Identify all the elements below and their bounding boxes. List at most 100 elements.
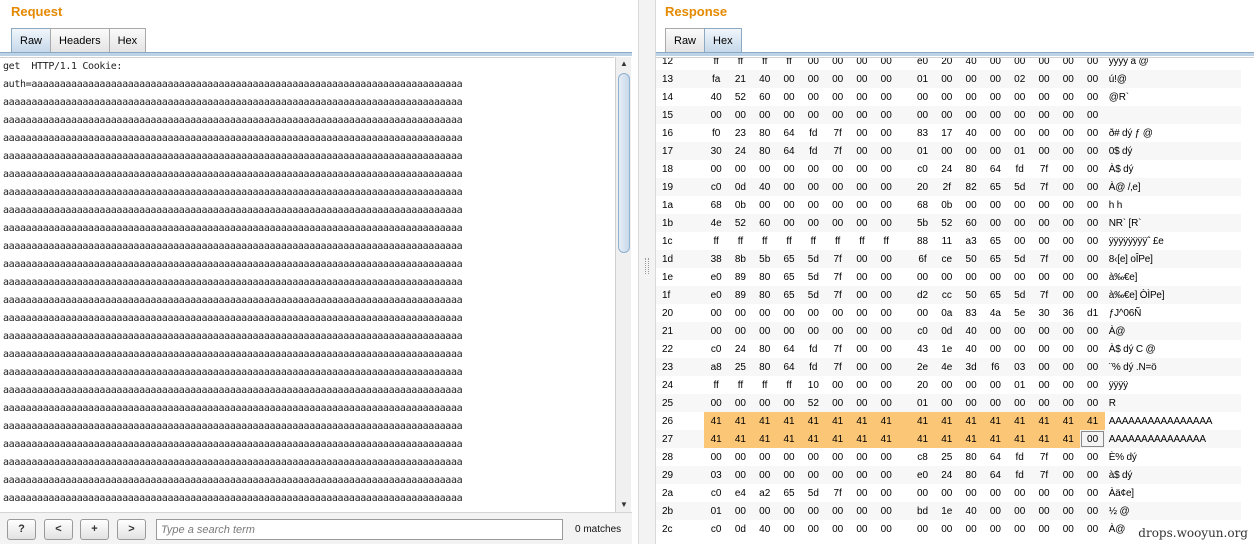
hex-byte[interactable]: 00 [1056, 250, 1081, 268]
hex-byte[interactable]: 41 [1056, 430, 1081, 448]
hex-byte[interactable]: 7f [825, 250, 850, 268]
hex-byte[interactable]: 00 [825, 160, 850, 178]
hex-byte[interactable]: 00 [728, 322, 753, 340]
hex-byte[interactable]: 00 [1080, 394, 1105, 412]
hex-byte[interactable]: 00 [1080, 484, 1105, 502]
hex-byte[interactable]: 00 [1080, 106, 1105, 124]
hex-byte[interactable]: 02 [1007, 70, 1032, 88]
hex-byte[interactable]: 00 [825, 106, 850, 124]
hex-byte[interactable]: 41 [704, 412, 729, 430]
hex-byte[interactable]: 00 [1056, 214, 1081, 232]
hex-byte[interactable]: 00 [1007, 58, 1032, 70]
hex-byte[interactable]: 00 [1080, 322, 1105, 340]
hex-byte[interactable]: 00 [1056, 196, 1081, 214]
hex-byte[interactable]: ff [776, 376, 802, 394]
hex-byte[interactable]: 00 [1031, 358, 1057, 376]
hex-byte[interactable]: 00 [776, 88, 802, 106]
hex-byte[interactable]: 00 [801, 88, 826, 106]
hex-byte[interactable]: 00 [1056, 502, 1081, 520]
hex-byte[interactable]: ff [752, 58, 777, 70]
hex-byte[interactable]: 00 [983, 142, 1008, 160]
hex-byte[interactable]: 00 [934, 394, 959, 412]
hex-byte[interactable]: 41 [983, 412, 1008, 430]
hex-byte[interactable]: 00 [1056, 376, 1081, 394]
hex-byte[interactable]: 00 [728, 160, 753, 178]
hex-byte[interactable]: 5d [801, 250, 826, 268]
next-match-button[interactable]: > [117, 519, 146, 540]
hex-byte[interactable]: 80 [752, 268, 777, 286]
hex-byte[interactable]: 00 [874, 286, 899, 304]
hex-byte[interactable]: 00 [752, 304, 777, 322]
hex-byte[interactable]: 00 [1007, 124, 1032, 142]
hex-byte[interactable]: fd [801, 124, 826, 142]
hex-byte[interactable]: 41 [728, 430, 753, 448]
hex-byte[interactable]: 00 [958, 142, 984, 160]
hex-byte[interactable]: fd [801, 340, 826, 358]
hex-byte[interactable]: 41 [934, 430, 959, 448]
hex-byte[interactable]: ff [728, 232, 753, 250]
hex-byte[interactable]: 00 [704, 106, 729, 124]
request-tab-hex[interactable]: Hex [108, 28, 147, 52]
hex-byte[interactable]: 00 [983, 340, 1008, 358]
hex-byte[interactable]: c8 [910, 448, 935, 466]
hex-byte[interactable]: 68 [704, 196, 729, 214]
hex-byte[interactable]: ff [874, 232, 899, 250]
hex-byte[interactable]: a8 [704, 358, 729, 376]
hex-byte[interactable]: 00 [825, 322, 850, 340]
hex-byte[interactable]: 00 [1007, 88, 1032, 106]
hex-byte[interactable]: c0 [704, 178, 729, 196]
hex-byte[interactable]: 41 [704, 430, 729, 448]
hex-byte[interactable]: 00 [849, 88, 875, 106]
hex-byte[interactable]: 00 [776, 178, 802, 196]
hex-byte[interactable]: 80 [958, 448, 984, 466]
hex-byte[interactable]: 00 [849, 196, 875, 214]
scroll-down-icon[interactable]: ▼ [616, 498, 632, 512]
hex-byte[interactable]: 83 [910, 124, 935, 142]
hex-byte[interactable]: 00 [849, 394, 875, 412]
help-button[interactable]: ? [7, 519, 36, 540]
hex-byte[interactable]: 7f [825, 484, 850, 502]
hex-byte[interactable]: e0 [704, 286, 729, 304]
hex-byte[interactable]: 00 [1056, 160, 1081, 178]
hex-byte[interactable]: 64 [776, 142, 802, 160]
hex-byte[interactable]: 65 [983, 250, 1008, 268]
hex-byte[interactable]: 5b [910, 214, 935, 232]
search-input[interactable] [156, 519, 563, 540]
hex-byte[interactable]: 80 [752, 340, 777, 358]
previous-match-button[interactable]: < [44, 519, 73, 540]
hex-byte[interactable]: 00 [801, 160, 826, 178]
hex-byte[interactable]: 00 [1056, 448, 1081, 466]
hex-byte[interactable]: 43 [910, 340, 935, 358]
hex-byte[interactable]: 41 [825, 430, 850, 448]
hex-byte[interactable]: 7f [1031, 178, 1057, 196]
hex-byte[interactable]: 21 [728, 70, 753, 88]
hex-byte[interactable]: 00 [910, 268, 935, 286]
hex-byte[interactable]: 00 [958, 106, 984, 124]
hex-byte[interactable]: 7f [825, 268, 850, 286]
hex-byte[interactable]: 5d [801, 268, 826, 286]
hex-byte[interactable]: 00 [849, 106, 875, 124]
hex-byte[interactable]: 00 [825, 58, 850, 70]
hex-byte[interactable]: 82 [958, 178, 984, 196]
hex-byte[interactable]: 00 [1080, 502, 1105, 520]
hex-byte[interactable]: 80 [958, 466, 984, 484]
hex-byte[interactable]: 00 [849, 322, 875, 340]
hex-byte[interactable]: 00 [1007, 502, 1032, 520]
hex-byte[interactable]: 5e [1007, 304, 1032, 322]
hex-byte[interactable]: 40 [752, 70, 777, 88]
hex-byte[interactable]: 01 [1007, 376, 1032, 394]
hex-byte[interactable]: 00 [874, 142, 899, 160]
hex-byte[interactable]: 00 [1056, 70, 1081, 88]
hex-byte[interactable]: 00 [1031, 58, 1057, 70]
hex-byte[interactable]: 65 [776, 250, 802, 268]
hex-byte[interactable]: c0 [910, 160, 935, 178]
hex-byte[interactable]: 00 [849, 268, 875, 286]
hex-byte[interactable]: 00 [704, 322, 729, 340]
hex-byte[interactable]: 00 [1080, 358, 1105, 376]
hex-byte[interactable]: 7f [1031, 466, 1057, 484]
hex-byte[interactable]: 00 [1031, 124, 1057, 142]
hex-byte[interactable]: 00 [801, 196, 826, 214]
hex-byte[interactable]: 00 [1056, 178, 1081, 196]
add-button[interactable]: + [80, 519, 109, 540]
hex-byte[interactable]: 00 [1007, 268, 1032, 286]
